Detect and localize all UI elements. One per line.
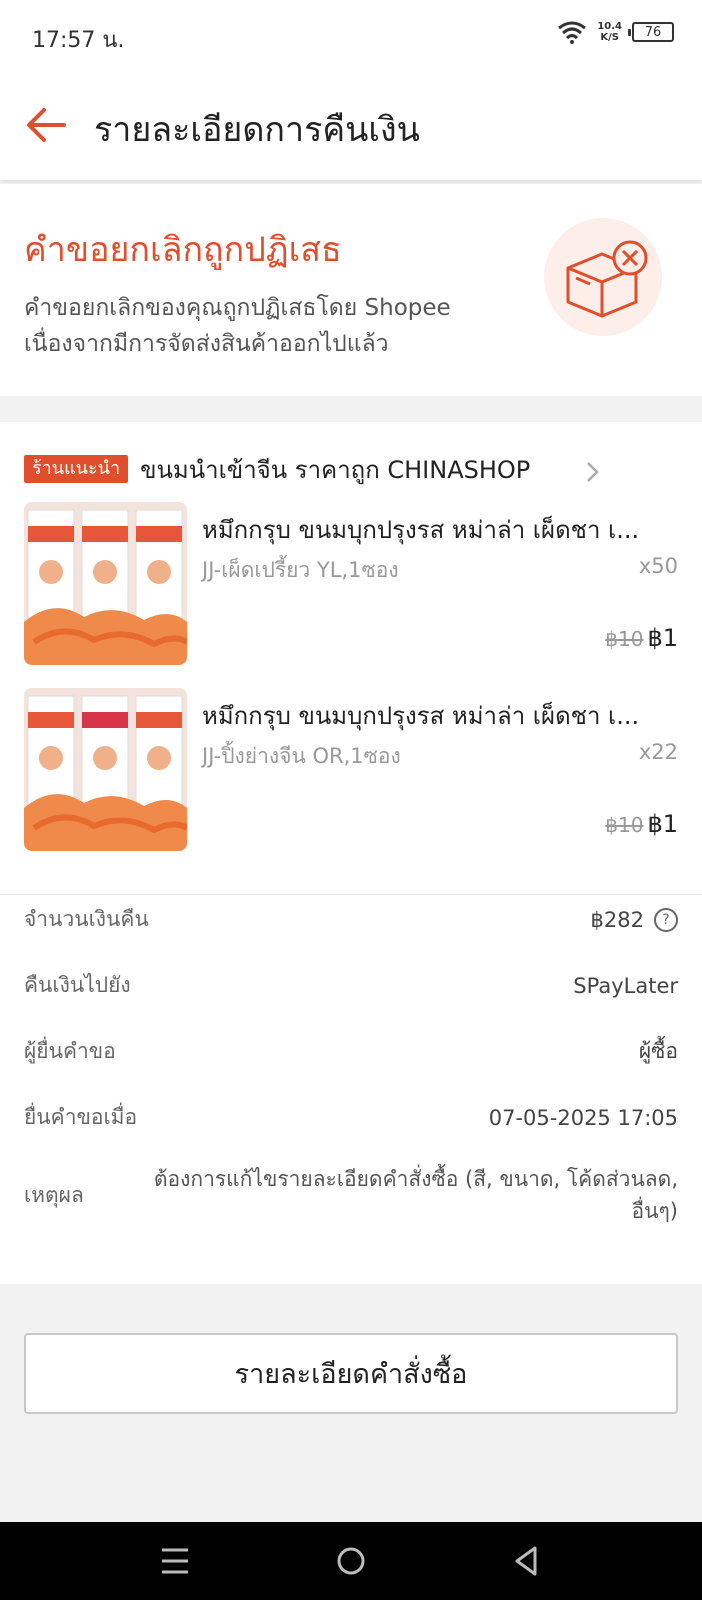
requested-at-label: ยื่นคำขอเมื่อ xyxy=(24,1105,138,1129)
cancel-status-banner: คำขอยกเลิกถูกปฏิเสธ คำขอยกเลิกของคุณถูกป… xyxy=(0,184,702,396)
requester-label: ผู้ยื่นคำขอ xyxy=(24,1039,116,1063)
reason-row: เหตุผล ต้องการแก้ไขรายละเอียดคำสั่งซื้อ … xyxy=(24,1163,678,1227)
reason-value: ต้องการแก้ไขรายละเอียดคำสั่งซื้อ (สี, ขน… xyxy=(118,1163,678,1227)
shop-header[interactable]: ร้านแนะนำ ขนมนำเข้าจีน ราคาถูก CHINASHOP xyxy=(24,452,530,486)
original-price: ฿10 xyxy=(605,627,644,651)
sale-price: ฿1 xyxy=(647,624,678,652)
product-quantity: x50 xyxy=(638,554,678,578)
refund-details: จำนวนเงินคืน ฿282 ? คืนเงินไปยัง SPayLat… xyxy=(0,894,702,1284)
requested-at-value: 07-05-2025 17:05 xyxy=(488,1105,678,1130)
status-time: 17:57 น. xyxy=(32,28,125,53)
chevron-right-icon[interactable] xyxy=(580,458,604,486)
network-speed: 10.4 K/S xyxy=(597,21,622,43)
reason-line-1: ต้องการแก้ไขรายละเอียดคำสั่งซื้อ (สี, ขน… xyxy=(153,1167,678,1191)
banner-line-2: เนื่องจากมีการจัดส่งสินค้าออกไปแล้ว xyxy=(24,331,389,357)
reason-label: เหตุผล xyxy=(24,1182,84,1207)
order-details-button[interactable]: รายละเอียดคำสั่งซื้อ xyxy=(24,1333,678,1414)
product-name: หมึกกรุบ ขนมบุกปรุงรส หม่าล่า เผ็ดชา เ..… xyxy=(202,702,640,730)
product-variant: JJ-ปิ้งย่างจีน OR,1ซอง xyxy=(202,744,401,768)
refund-to-value: SPayLater xyxy=(573,973,678,998)
product-prices: ฿10 ฿1 xyxy=(605,810,678,838)
product-image xyxy=(24,688,187,851)
preferred-shop-badge: ร้านแนะนำ xyxy=(24,455,129,483)
product-variant: JJ-เผ็ดเปรี้ยว YL,1ซอง xyxy=(202,558,399,582)
banner-description: คำขอยกเลิกของคุณถูกปฏิเสธโดย Shopee เนื่… xyxy=(24,290,524,362)
arrow-left-icon[interactable] xyxy=(24,102,70,148)
refund-amount-label: จำนวนเงินคืน xyxy=(24,907,149,931)
requester-value: ผู้ซื้อ xyxy=(638,1039,678,1063)
sale-price: ฿1 xyxy=(647,810,678,838)
product-image xyxy=(24,502,187,665)
battery-level: 76 xyxy=(644,24,662,40)
back-triangle-icon[interactable] xyxy=(504,1538,550,1584)
system-nav-bar xyxy=(0,1522,702,1600)
network-speed-unit: K/S xyxy=(600,32,619,43)
product-quantity: x22 xyxy=(638,740,678,764)
battery-icon: 76 xyxy=(628,22,674,42)
shop-card: ร้านแนะนำ ขนมนำเข้าจีน ราคาถูก CHINASHOP… xyxy=(0,422,702,894)
wifi-icon xyxy=(558,21,587,44)
status-icons: 10.4 K/S 76 xyxy=(557,20,674,44)
help-icon[interactable]: ? xyxy=(654,907,678,932)
reason-line-2: อื่นๆ) xyxy=(631,1199,678,1223)
refund-amount: ฿282 xyxy=(590,907,644,932)
app-bar: รายละเอียดการคืนเงิน xyxy=(0,70,702,180)
product-name: หมึกกรุบ ขนมบุกปรุงรส หม่าล่า เผ็ดชา เ..… xyxy=(202,516,640,544)
network-speed-value: 10.4 xyxy=(597,21,622,32)
banner-line-1: คำขอยกเลิกของคุณถูกปฏิเสธโดย Shopee xyxy=(24,295,451,321)
status-bar: 17:57 น. 10.4 K/S 76 xyxy=(0,0,702,70)
original-price: ฿10 xyxy=(605,813,644,837)
banner-heading: คำขอยกเลิกถูกปฏิเสธ xyxy=(24,230,342,270)
page-title: รายละเอียดการคืนเงิน xyxy=(94,110,420,150)
refund-amount-value: ฿282 ? xyxy=(591,903,678,936)
requested-at-row: ยื่นคำขอเมื่อ 07-05-2025 17:05 xyxy=(24,1101,678,1134)
home-circle-icon[interactable] xyxy=(328,1538,374,1584)
refund-to-label: คืนเงินไปยัง xyxy=(24,973,131,997)
box-cancel-icon xyxy=(544,218,662,336)
list-item[interactable]: หมึกกรุบ ขนมบุกปรุงรส หม่าล่า เผ็ดชา เ..… xyxy=(24,502,678,668)
shop-name: ขนมนำเข้าจีน ราคาถูก CHINASHOP xyxy=(140,455,531,484)
refund-to-row: คืนเงินไปยัง SPayLater xyxy=(24,969,678,1002)
menu-icon[interactable] xyxy=(152,1538,198,1584)
refund-amount-row: จำนวนเงินคืน ฿282 ? xyxy=(24,903,678,936)
list-item[interactable]: หมึกกรุบ ขนมบุกปรุงรส หม่าล่า เผ็ดชา เ..… xyxy=(24,688,678,854)
product-prices: ฿10 ฿1 xyxy=(605,624,678,652)
requester-row: ผู้ยื่นคำขอ ผู้ซื้อ xyxy=(24,1035,678,1068)
